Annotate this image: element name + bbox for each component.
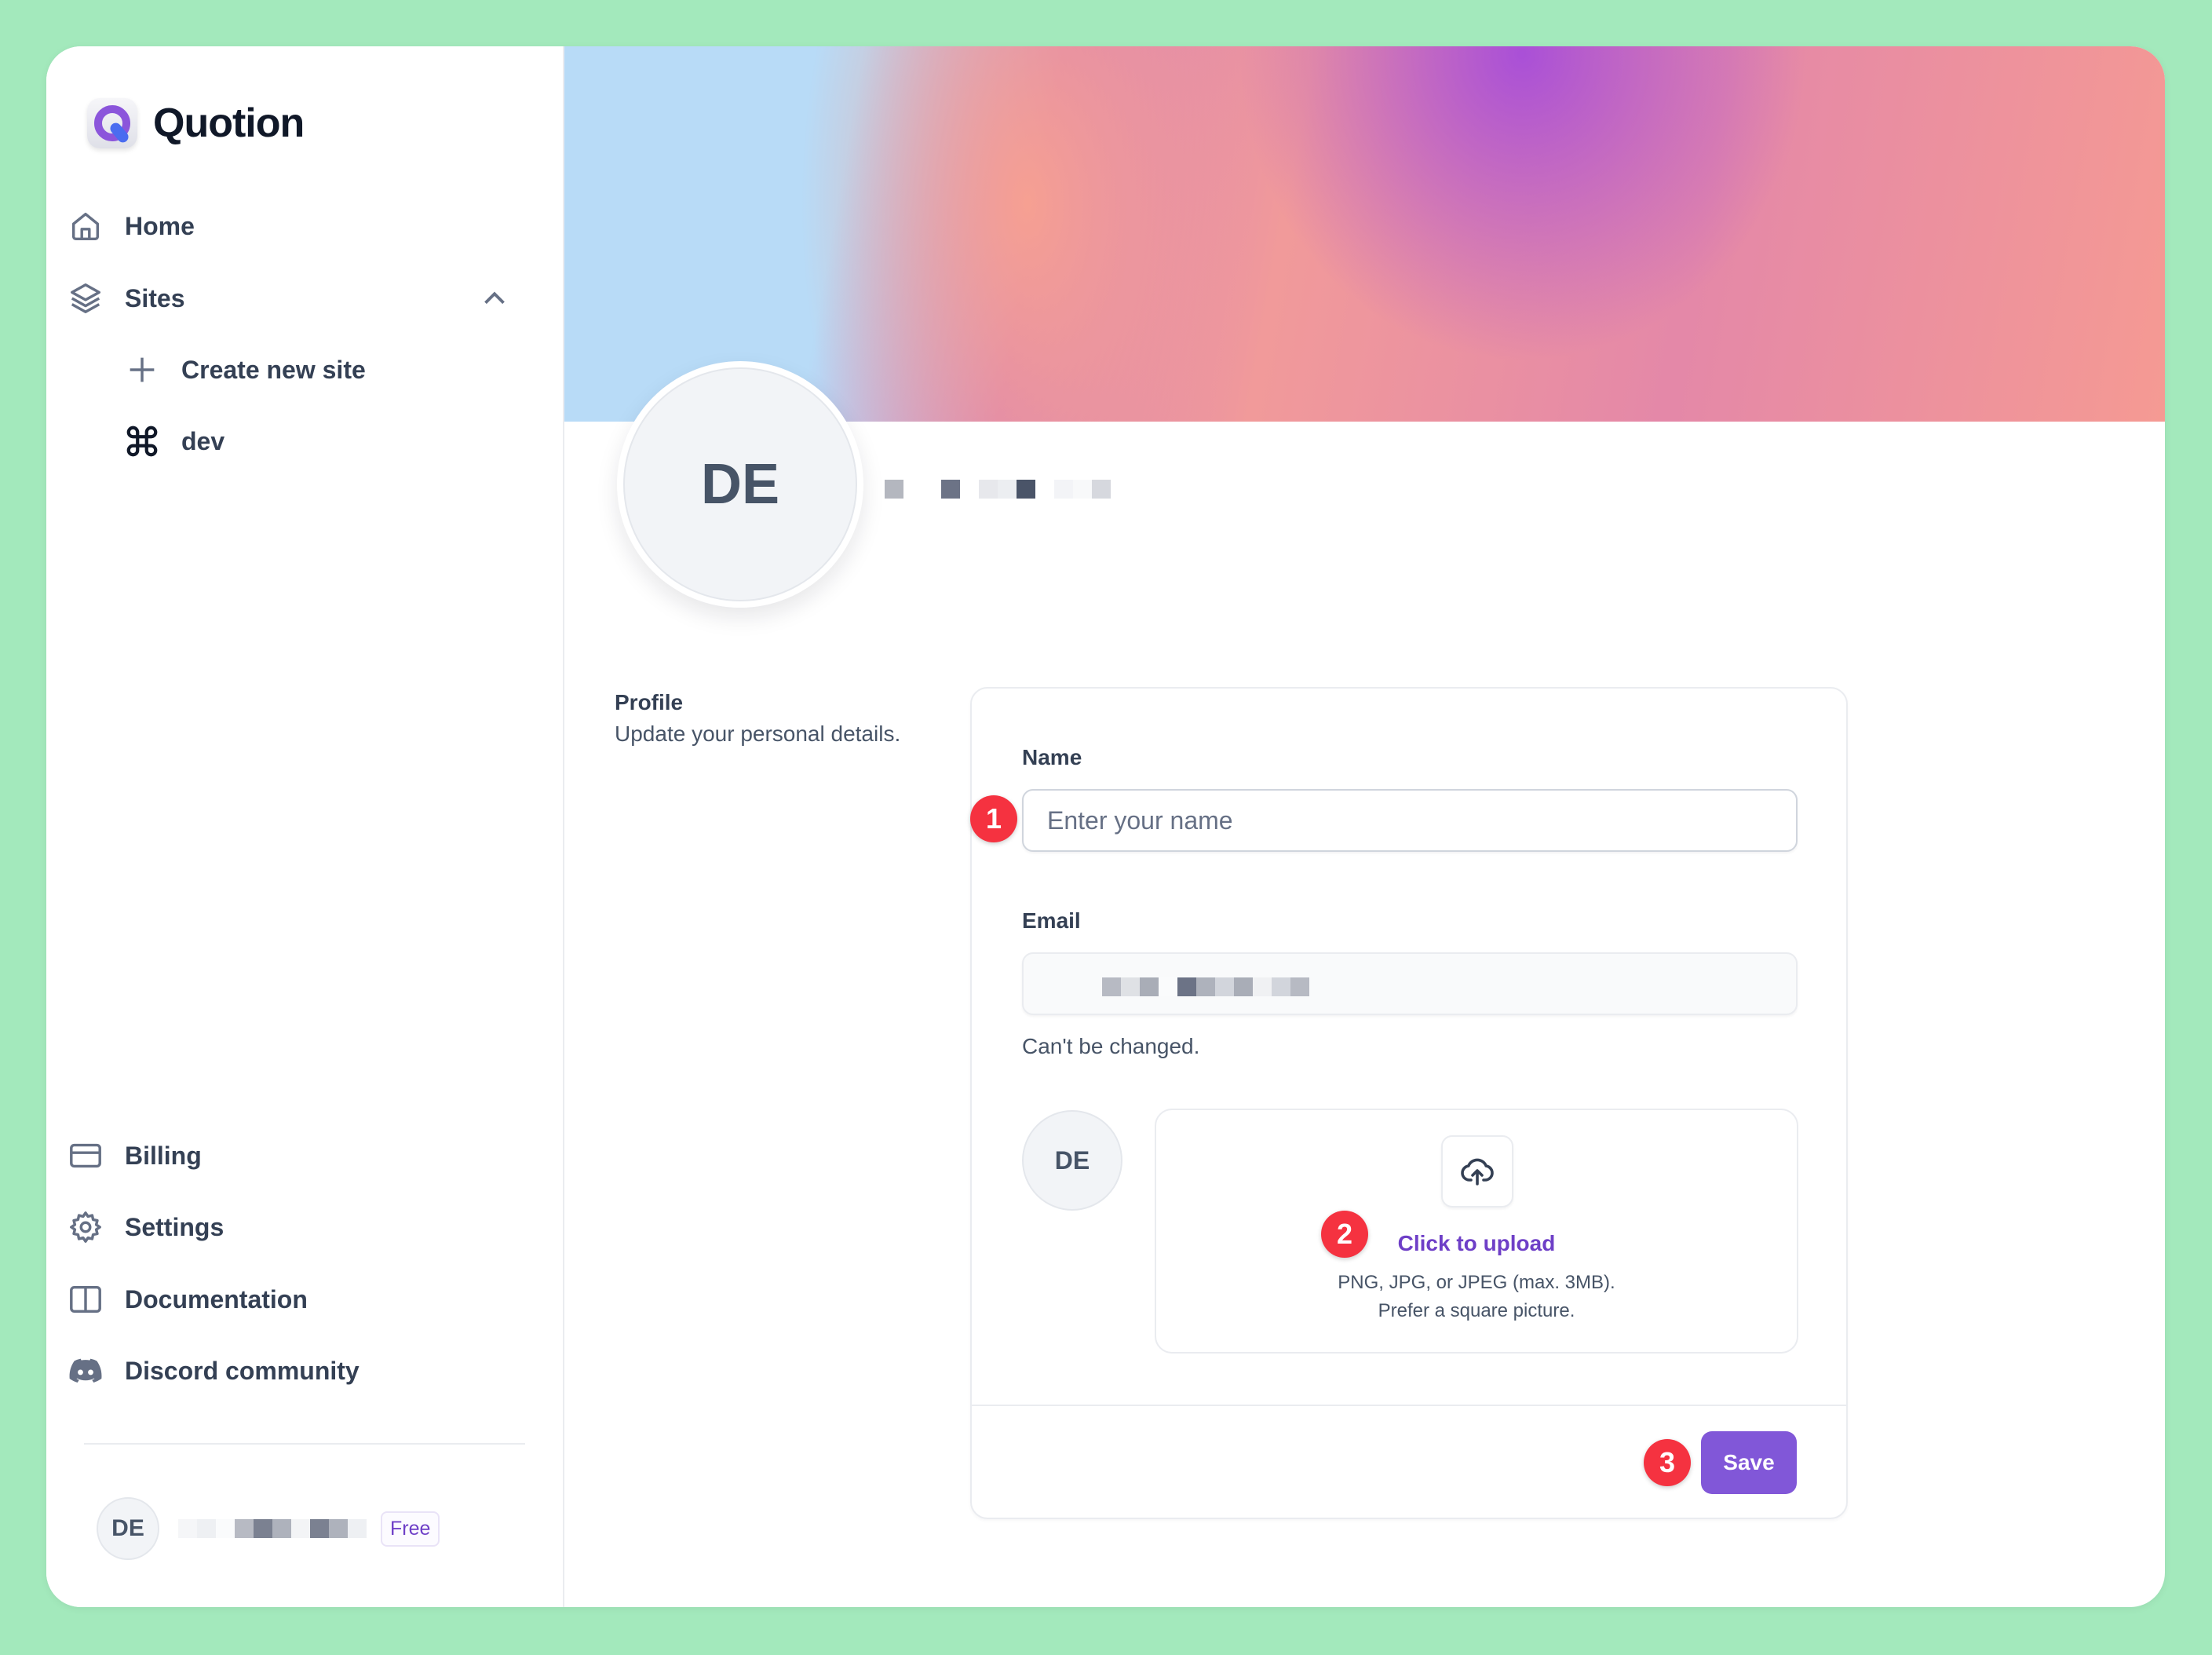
sidebar-item-label: Create new site — [181, 355, 366, 384]
sidebar-item-settings[interactable]: Settings — [67, 1200, 224, 1255]
book-icon — [67, 1281, 104, 1318]
save-button[interactable]: Save — [1701, 1431, 1797, 1494]
email-input[interactable] — [1022, 952, 1798, 1015]
sidebar-item-label: Documentation — [125, 1284, 308, 1313]
redacted-user-name — [178, 1519, 367, 1538]
upload-shape-hint: Prefer a square picture. — [1378, 1300, 1575, 1321]
profile-avatar-initials: DE — [623, 367, 857, 601]
user-avatar: DE — [97, 1497, 159, 1560]
click-to-upload-link[interactable]: Click to upload — [1156, 1231, 1797, 1256]
avatar-preview: DE — [1022, 1110, 1122, 1211]
upload-formats-hint: PNG, JPG, or JPEG (max. 3MB). — [1338, 1272, 1615, 1293]
profile-avatar: DE — [617, 361, 863, 608]
profile-banner — [564, 46, 2165, 422]
app-window: Quotion Home Sites Create new site dev B… — [46, 46, 2165, 1607]
upload-area[interactable]: Click to upload PNG, JPG, or JPEG (max. … — [1155, 1109, 1798, 1354]
profile-form: Name 1 Email Can't be changed. DE Click … — [970, 687, 1848, 1519]
name-label: Name — [1022, 745, 1082, 769]
plus-icon — [123, 351, 161, 389]
discord-icon — [67, 1352, 104, 1390]
annotation-marker-1: 1 — [970, 795, 1017, 842]
sidebar-item-discord[interactable]: Discord community — [67, 1343, 360, 1398]
profile-section-title: Profile — [615, 690, 684, 714]
sidebar-item-billing[interactable]: Billing — [67, 1128, 202, 1183]
quotion-logo-icon — [87, 98, 137, 148]
sidebar-item-sites[interactable]: Sites — [67, 271, 522, 326]
sidebar-item-label: Sites — [125, 283, 185, 312]
app-name: Quotion — [153, 100, 305, 146]
redacted-profile-name — [885, 480, 1111, 499]
name-input[interactable] — [1022, 789, 1798, 852]
layers-icon — [67, 279, 104, 317]
logo[interactable]: Quotion — [87, 98, 305, 148]
sidebar-item-home[interactable]: Home — [67, 199, 195, 254]
sidebar-item-label: Settings — [125, 1212, 224, 1241]
gear-icon — [67, 1208, 104, 1246]
cloud-upload-icon — [1441, 1135, 1513, 1207]
sidebar-item-site-dev[interactable]: dev — [123, 414, 224, 469]
email-hint: Can't be changed. — [1022, 1034, 1200, 1058]
sidebar-item-create-new-site[interactable]: Create new site — [123, 342, 366, 397]
chevron-up-icon[interactable] — [476, 280, 513, 316]
sidebar-item-label: dev — [181, 426, 225, 455]
sidebar: Quotion Home Sites Create new site dev B… — [46, 46, 564, 1607]
annotation-marker-2: 2 — [1321, 1211, 1368, 1258]
email-label: Email — [1022, 908, 1081, 933]
user-account[interactable]: DE Free — [97, 1497, 440, 1560]
profile-section-description: Update your personal details. — [615, 722, 901, 746]
annotation-marker-3: 3 — [1644, 1439, 1691, 1486]
form-footer-divider — [972, 1405, 1846, 1406]
sidebar-item-label: Home — [125, 211, 195, 240]
command-icon — [123, 422, 161, 460]
credit-card-icon — [67, 1137, 104, 1175]
sidebar-item-documentation[interactable]: Documentation — [67, 1272, 308, 1327]
sidebar-divider — [84, 1443, 525, 1445]
redacted-email — [1102, 977, 1309, 996]
home-icon — [67, 207, 104, 245]
sidebar-item-label: Discord community — [125, 1356, 360, 1385]
plan-badge: Free — [381, 1511, 440, 1547]
sidebar-item-label: Billing — [125, 1141, 202, 1170]
